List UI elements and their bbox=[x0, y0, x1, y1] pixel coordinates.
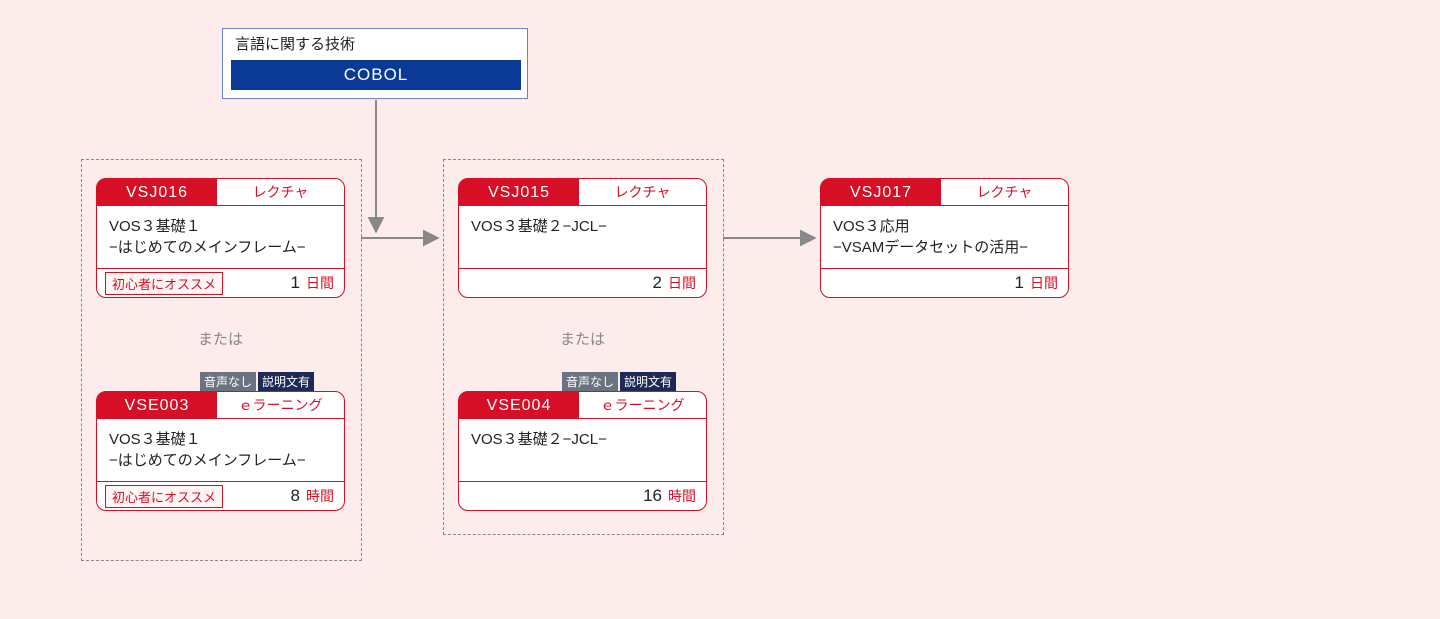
diagram-canvas: { "header": {"title": "言語に関する技術", "bar":… bbox=[0, 0, 1440, 619]
course-code: VSJ016 bbox=[97, 179, 217, 206]
course-type: ｅラーニング bbox=[579, 392, 706, 419]
separator-or-1: または bbox=[81, 328, 360, 349]
duration-unit: 時間 bbox=[668, 486, 696, 506]
card-tags-vse004: 音声なし 説明文有 bbox=[562, 372, 676, 391]
tag-no-audio: 音声なし bbox=[200, 372, 256, 391]
course-type: レクチャ bbox=[217, 179, 344, 206]
duration-number: 1 bbox=[291, 273, 300, 293]
header-bar: COBOL bbox=[231, 60, 521, 90]
duration-unit: 日間 bbox=[668, 273, 696, 293]
course-type: レクチャ bbox=[579, 179, 706, 206]
course-card-vsj015[interactable]: VSJ015 レクチャ VOS３基礎２−JCL− 2 日間 bbox=[458, 178, 707, 298]
duration-unit: 日間 bbox=[306, 273, 334, 293]
card-tags-vse003: 音声なし 説明文有 bbox=[200, 372, 314, 391]
separator-or-2: または bbox=[443, 328, 722, 349]
tag-has-desc: 説明文有 bbox=[620, 372, 676, 391]
duration-number: 8 bbox=[291, 486, 300, 506]
course-title: VOS３基礎２−JCL− bbox=[459, 419, 706, 481]
course-card-vse004[interactable]: VSE004 ｅラーニング VOS３基礎２−JCL− 16 時間 bbox=[458, 391, 707, 511]
course-type: レクチャ bbox=[941, 179, 1068, 206]
course-card-vsj017[interactable]: VSJ017 レクチャ VOS３応用 −VSAMデータセットの活用− 1 日間 bbox=[820, 178, 1069, 298]
course-card-vsj016[interactable]: VSJ016 レクチャ VOS３基礎１ −はじめてのメインフレーム− 初心者にオ… bbox=[96, 178, 345, 298]
course-type: ｅラーニング bbox=[217, 392, 344, 419]
course-code: VSJ017 bbox=[821, 179, 941, 206]
course-title: VOS３基礎２−JCL− bbox=[459, 206, 706, 268]
recommend-badge: 初心者にオススメ bbox=[105, 272, 223, 295]
header-box: 言語に関する技術 COBOL bbox=[222, 28, 528, 99]
duration-number: 1 bbox=[1015, 273, 1024, 293]
duration-number: 2 bbox=[653, 273, 662, 293]
duration-unit: 日間 bbox=[1030, 273, 1058, 293]
course-code: VSE003 bbox=[97, 392, 217, 419]
course-code: VSJ015 bbox=[459, 179, 579, 206]
course-card-vse003[interactable]: VSE003 ｅラーニング VOS３基礎１ −はじめてのメインフレーム− 初心者… bbox=[96, 391, 345, 511]
course-code: VSE004 bbox=[459, 392, 579, 419]
recommend-badge: 初心者にオススメ bbox=[105, 485, 223, 508]
tag-no-audio: 音声なし bbox=[562, 372, 618, 391]
course-title: VOS３応用 −VSAMデータセットの活用− bbox=[821, 206, 1068, 268]
duration-unit: 時間 bbox=[306, 486, 334, 506]
duration-number: 16 bbox=[643, 486, 662, 506]
tag-has-desc: 説明文有 bbox=[258, 372, 314, 391]
header-title: 言語に関する技術 bbox=[235, 33, 355, 54]
course-title: VOS３基礎１ −はじめてのメインフレーム− bbox=[97, 419, 344, 481]
course-title: VOS３基礎１ −はじめてのメインフレーム− bbox=[97, 206, 344, 268]
